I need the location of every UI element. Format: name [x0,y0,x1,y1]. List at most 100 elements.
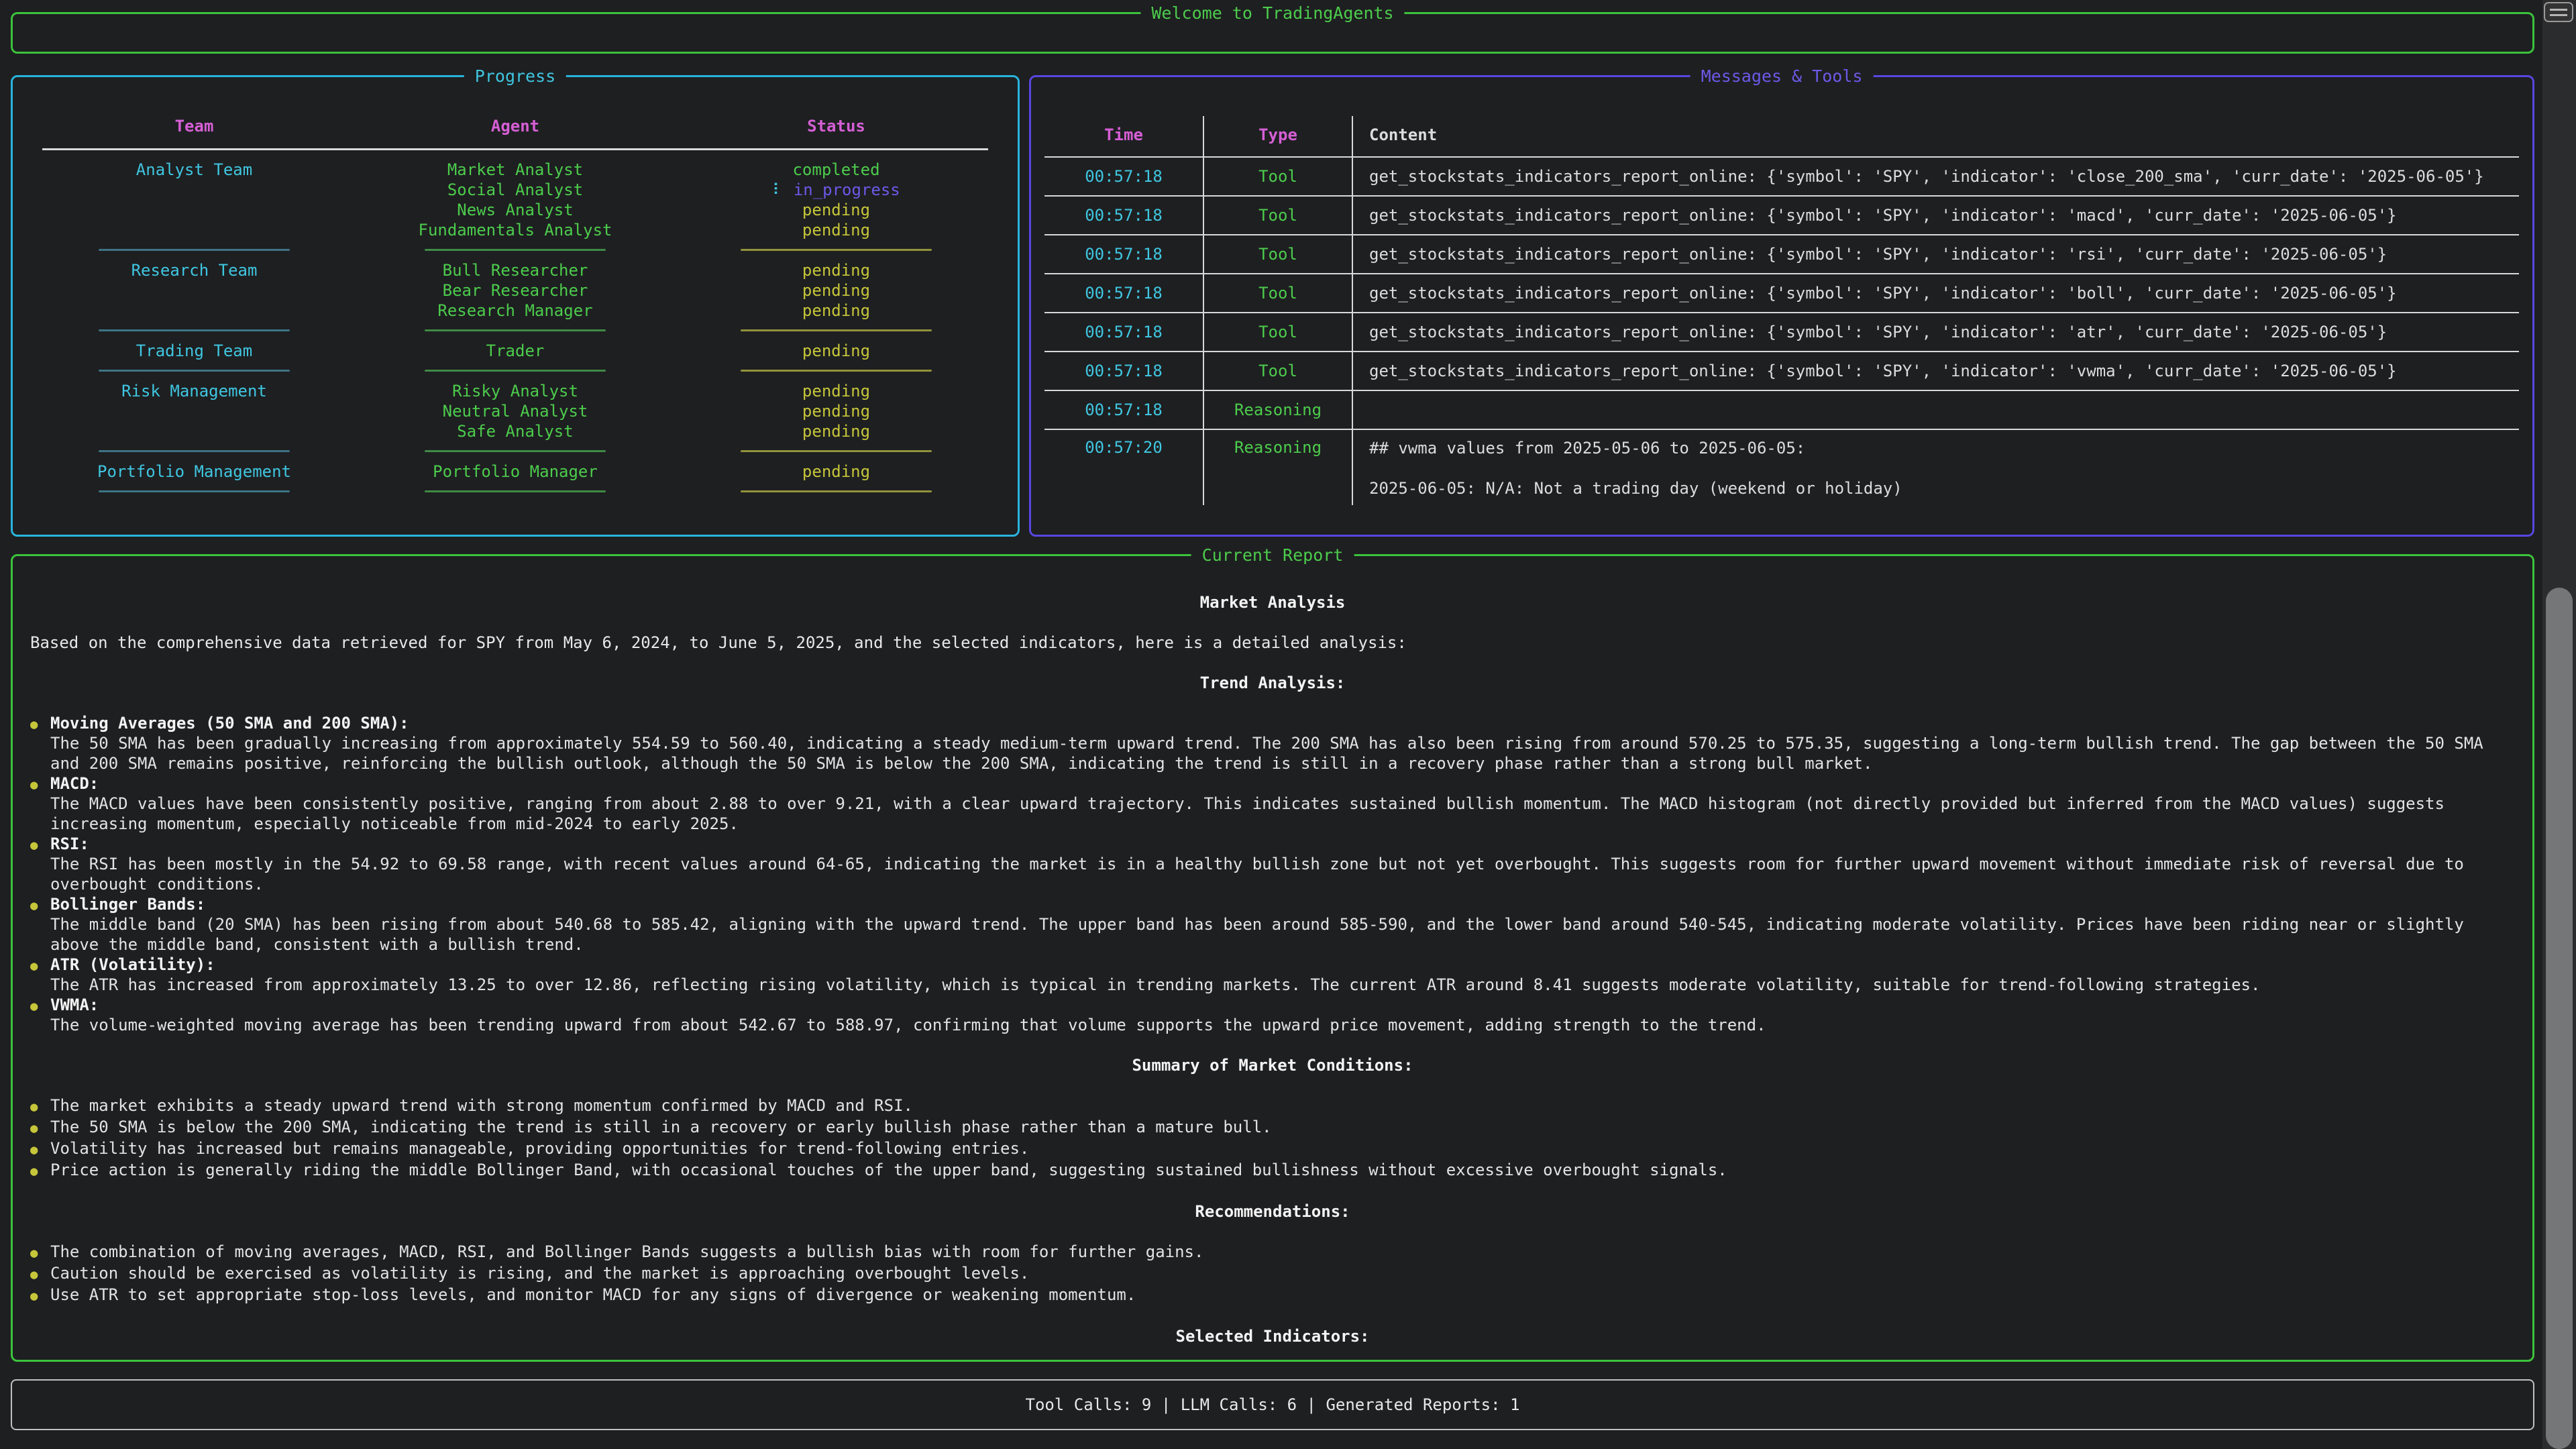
progress-col-status: Status [671,116,1002,142]
separator-cell [29,361,360,381]
message-content: get_stockstats_indicators_report_online:… [1353,274,2519,312]
report-bullet: Moving Averages (50 SMA and 200 SMA):The… [30,713,2515,773]
message-row: 00:57:18Toolget_stockstats_indicators_re… [1044,197,2519,235]
progress-row: Trading TeamTraderpending [29,341,1002,361]
separator-cell [29,321,360,341]
bullet-icon [30,955,50,995]
agent-cell: Portfolio Manager [360,462,671,482]
team-cell [29,180,360,200]
message-row: 00:57:18Toolget_stockstats_indicators_re… [1044,158,2519,197]
separator-cell [671,441,1002,462]
status-text: pending [802,422,870,441]
message-content-line: ## vwma values from 2025-05-06 to 2025-0… [1369,438,2519,458]
current-report-panel: Current Report Market Analysis Based on … [11,554,2534,1362]
status-text: completed [792,160,879,179]
team-cell: Research Team [29,260,360,280]
message-type: Reasoning [1204,430,1353,505]
message-content-line: 2025-06-05: N/A: Not a trading day (week… [1369,478,2519,498]
agent-cell: Fundamentals Analyst [360,220,671,240]
message-type: Tool [1204,158,1353,195]
progress-row: Risk ManagementRisky Analystpending [29,381,1002,401]
separator-line [741,370,932,372]
bullet-list: Moving Averages (50 SMA and 200 SMA):The… [30,713,2515,1035]
messages-panel: Messages & Tools Time Type Content 00:57… [1029,75,2534,537]
progress-panel-title: Progress [464,66,566,87]
report-bullet: The combination of moving averages, MACD… [30,1242,2515,1263]
bullet-content: The combination of moving averages, MACD… [50,1242,2515,1263]
report-section-heading: Trend Analysis: [30,673,2515,693]
scrollbar-thumb[interactable] [2546,588,2573,1449]
message-content: get_stockstats_indicators_report_online:… [1353,197,2519,234]
status-text: pending [802,261,870,280]
bullet-content: RSI:The RSI has been mostly in the 54.92… [50,834,2515,894]
team-cell: Portfolio Management [29,462,360,482]
bullet-content: Bollinger Bands:The middle band (20 SMA)… [50,894,2515,955]
separator-cell [671,240,1002,260]
bullet-icon [30,713,50,773]
separator-line [425,249,605,251]
bullet-body: The volume-weighted moving average has b… [50,1015,2515,1035]
message-content-line [1369,458,2519,478]
progress-row: Research TeamBull Researcherpending [29,260,1002,280]
status-cell: pending [671,301,1002,321]
bullet-body: The 50 SMA has been gradually increasing… [50,733,2515,773]
team-cell [29,401,360,421]
bullet-body: The market exhibits a steady upward tren… [50,1095,2515,1116]
menu-icon[interactable] [2544,2,2573,22]
status-text: pending [802,462,870,481]
bullet-icon [30,1242,50,1263]
team-separator [29,321,1002,341]
report-body: Market Analysis Based on the comprehensi… [13,556,2532,1346]
report-bullet: Volatility has increased but remains man… [30,1138,2515,1160]
bullet-icon [30,894,50,955]
status-cell: pending [671,421,1002,441]
bullet-icon [30,1095,50,1117]
bullet-body: The middle band (20 SMA) has been rising… [50,914,2515,955]
separator-line [99,490,290,492]
report-intro: Based on the comprehensive data retrieve… [30,633,2515,653]
bullet-icon [30,834,50,894]
separator-line [425,450,605,452]
agent-cell: Social Analyst [360,180,671,200]
bullet-title: Moving Averages (50 SMA and 200 SMA): [50,713,2515,733]
message-time: 00:57:18 [1044,313,1204,351]
progress-row: Portfolio ManagementPortfolio Manager pen… [29,462,1002,482]
progress-rows: Analyst TeamMarket AnalystcompletedSocia… [29,160,1002,502]
agent-cell: Bear Researcher [360,280,671,301]
message-time: 00:57:18 [1044,158,1204,195]
bullet-content: Use ATR to set appropriate stop-loss lev… [50,1285,2515,1306]
bullet-body: The MACD values have been consistently p… [50,794,2515,834]
bullet-icon [30,1138,50,1160]
separator-line [741,450,932,452]
progress-row: Fundamentals Analyst pending [29,220,1002,240]
team-separator [29,482,1002,502]
bullet-icon [30,773,50,834]
report-section-heading: Summary of Market Conditions: [30,1055,2515,1075]
status-text: pending [802,402,870,421]
team-cell: Trading Team [29,341,360,361]
separator-cell [360,361,671,381]
report-bullet: RSI:The RSI has been mostly in the 54.92… [30,834,2515,894]
spinner-icon: ⠇ [772,180,784,199]
message-type: Tool [1204,274,1353,312]
report-bullet: Use ATR to set appropriate stop-loss lev… [30,1285,2515,1306]
bullet-body: Volatility has increased but remains man… [50,1138,2515,1159]
bullet-content: Caution should be exercised as volatilit… [50,1263,2515,1285]
message-content-text: get_stockstats_indicators_report_online:… [1369,206,2397,225]
bullet-content: ATR (Volatility):The ATR has increased f… [50,955,2515,995]
status-cell: pending [671,280,1002,301]
report-bullet: The market exhibits a steady upward tren… [30,1095,2515,1117]
message-content: get_stockstats_indicators_report_online:… [1353,313,2519,351]
bullet-content: The market exhibits a steady upward tren… [50,1095,2515,1117]
message-content-text: get_stockstats_indicators_report_online:… [1369,323,2387,341]
agent-cell: News Analyst [360,200,671,220]
bullet-title: VWMA: [50,995,2515,1015]
messages-table: Time Type Content 00:57:18Toolget_stocks… [1044,116,2519,505]
message-time: 00:57:18 [1044,352,1204,390]
message-type: Tool [1204,352,1353,390]
status-text: pending [802,221,870,239]
status-cell: pending [671,220,1002,240]
bullet-icon [30,1285,50,1306]
bullet-body: Price action is generally riding the mid… [50,1160,2515,1180]
separator-cell [29,482,360,502]
